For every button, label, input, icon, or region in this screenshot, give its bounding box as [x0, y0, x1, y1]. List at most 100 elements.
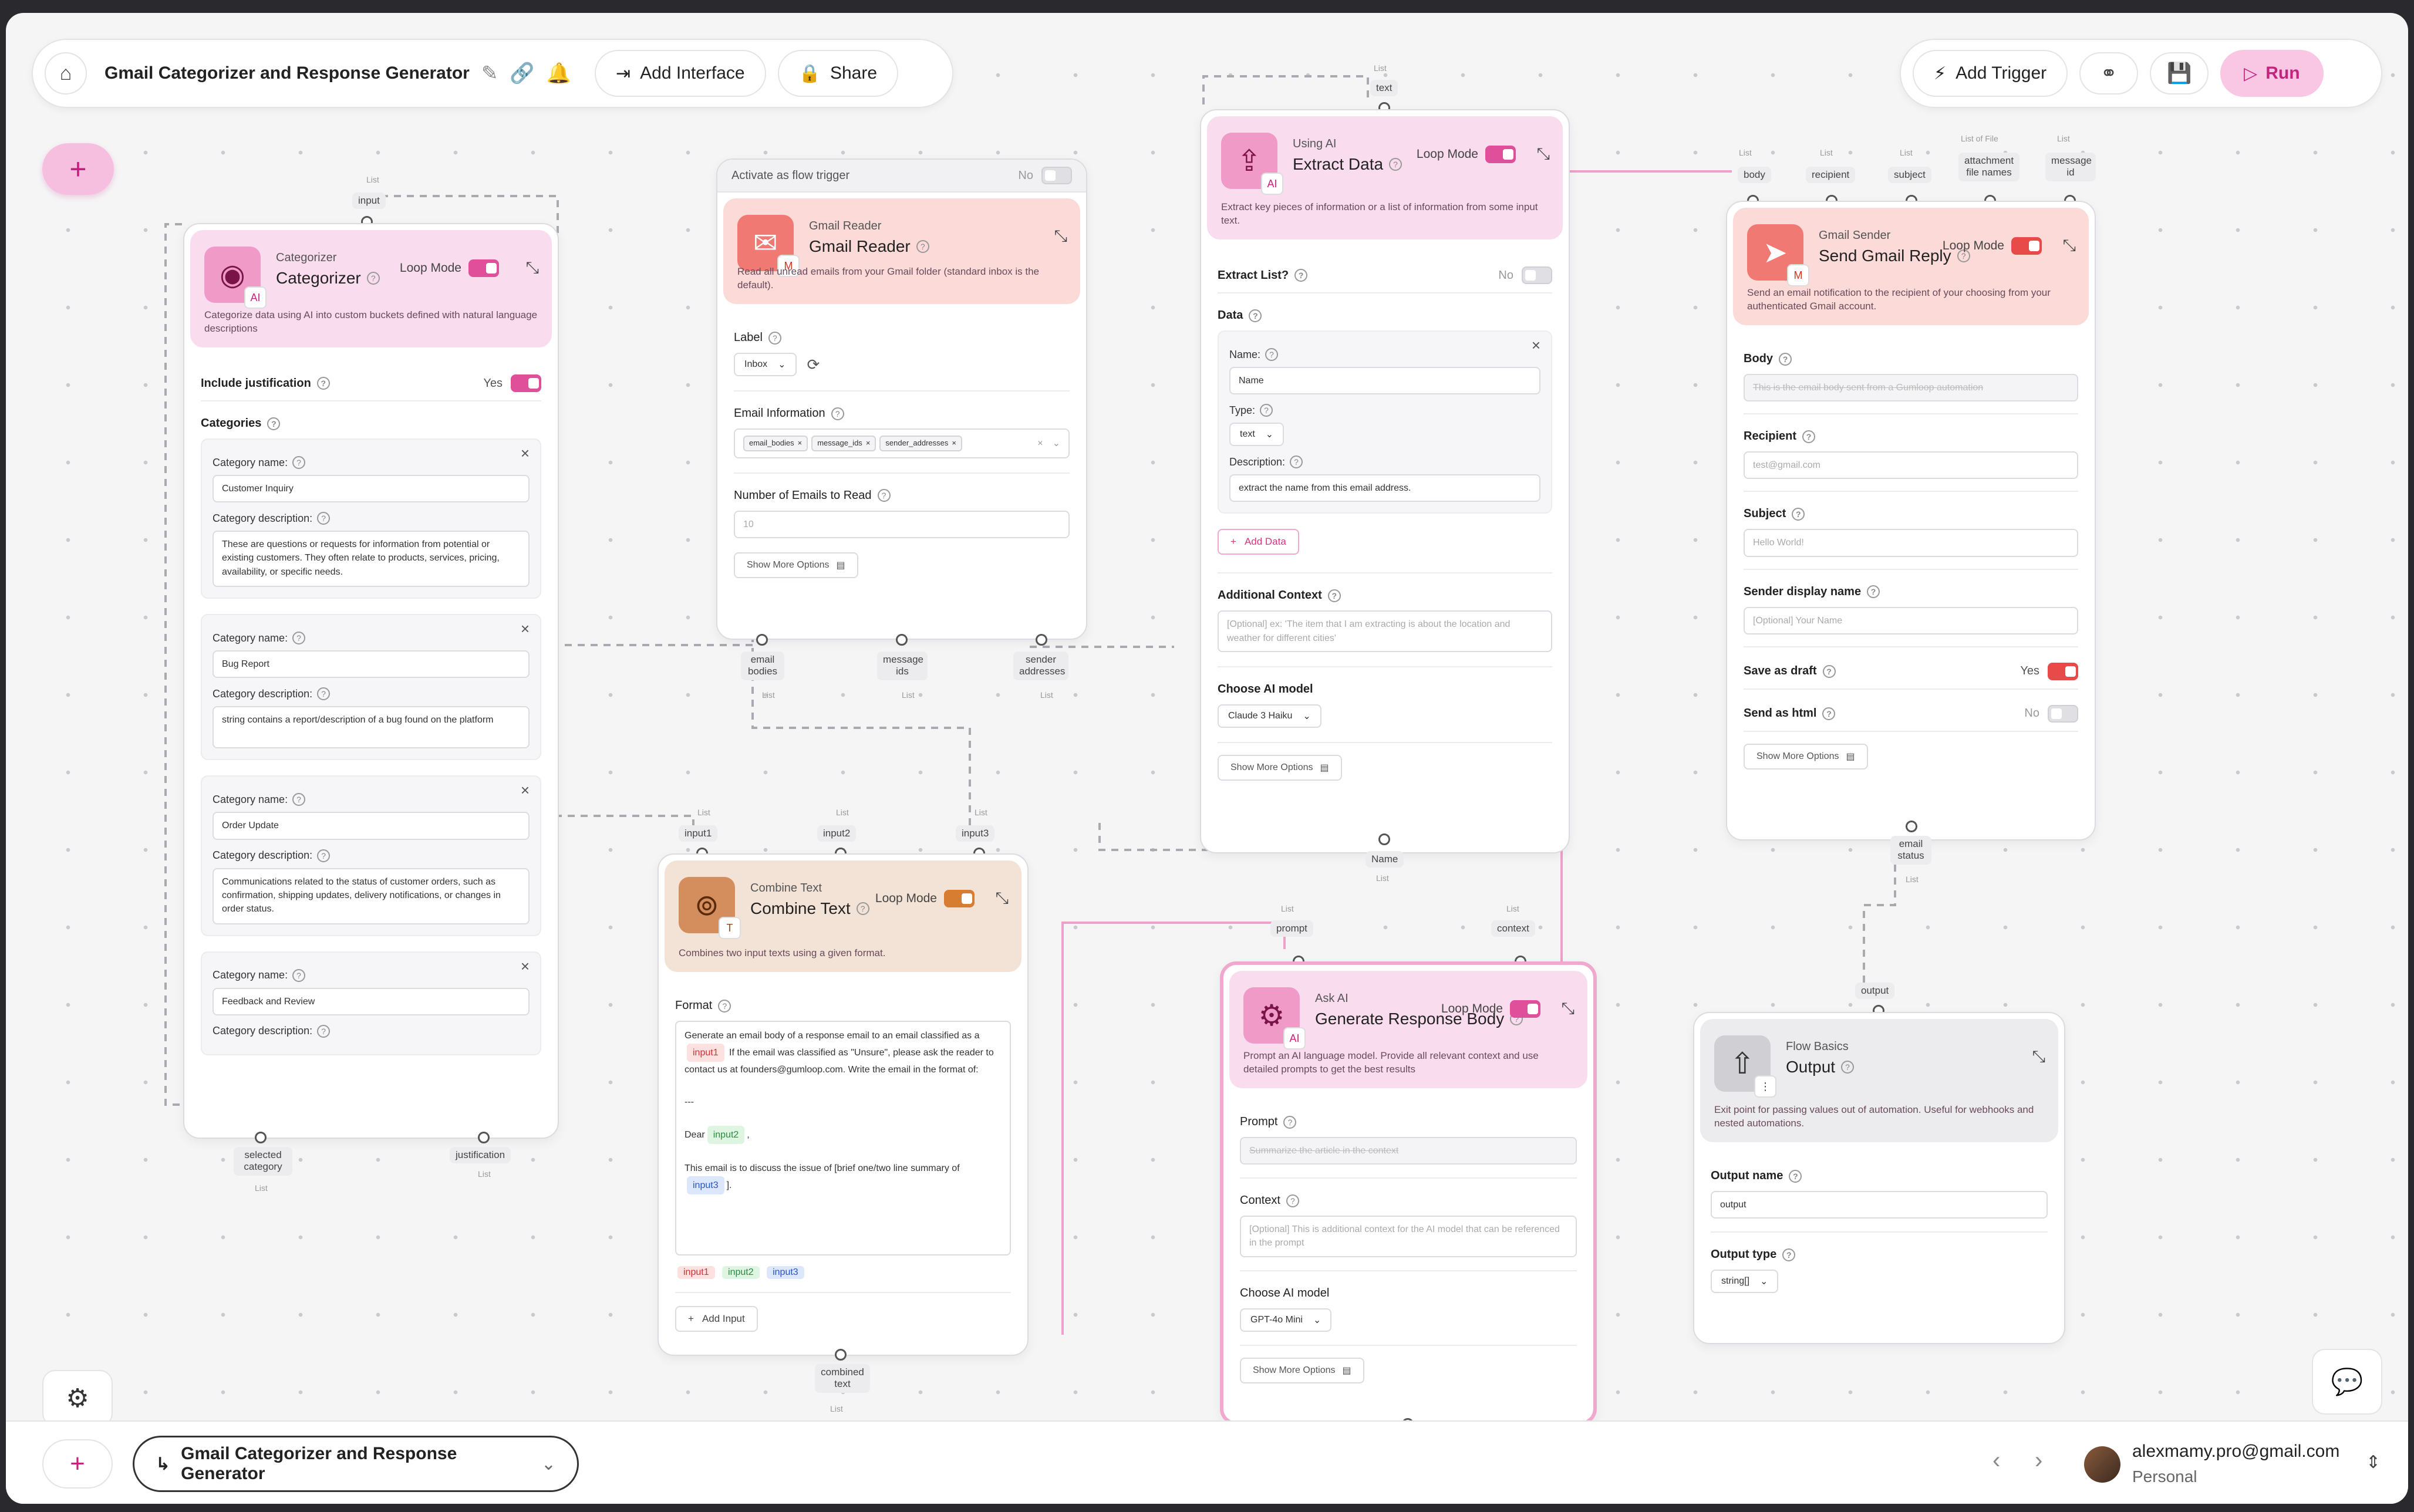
chevron-left-icon[interactable]: ‹ — [1992, 1447, 2000, 1474]
webhook-button[interactable]: ⚭ — [2079, 52, 2139, 95]
add-node-button[interactable]: + — [42, 143, 114, 195]
email-information-select[interactable]: email_bodies × message_ids × sender_addres… — [734, 428, 1070, 458]
category-name-input[interactable]: Order Update — [213, 812, 530, 840]
include-justification-toggle[interactable] — [511, 374, 541, 392]
prompt-input[interactable]: Summarize the article in the context — [1240, 1137, 1577, 1165]
port-handle-selected-category[interactable] — [255, 1132, 267, 1143]
node-title[interactable]: Extract Data? — [1293, 155, 1402, 174]
refresh-icon[interactable]: ⟳ — [807, 356, 820, 374]
output-node[interactable]: ⇧ ⋮ Flow Basics Output? ⤡ Exit point for … — [1693, 1012, 2065, 1344]
bell-icon[interactable]: 🔔 — [547, 62, 571, 85]
category-name-input[interactable]: Bug Report — [213, 650, 530, 679]
gmail-reader-node[interactable]: Activate as flow trigger No ✉ M Gmail Rea… — [716, 158, 1087, 640]
output-name-input[interactable]: output — [1711, 1191, 2048, 1219]
show-more-options-button[interactable]: Show More Options ▤ — [1744, 743, 1868, 770]
port-handle-message-ids[interactable] — [896, 634, 908, 646]
extract-list-toggle[interactable] — [1522, 266, 1552, 284]
gmail-sender-node[interactable]: ➤ M Gmail Sender Send Gmail Reply? Loop M… — [1726, 201, 2096, 841]
category-description-input[interactable]: Communications related to the status of … — [213, 868, 530, 924]
save-as-draft-toggle[interactable] — [2048, 662, 2078, 680]
remove-category-icon[interactable]: × — [521, 620, 530, 638]
variable-input2[interactable]: input2 — [722, 1266, 760, 1279]
chat-button[interactable]: 💬 — [2312, 1349, 2382, 1415]
format-textarea[interactable]: Generate an email body of a response ema… — [675, 1021, 1011, 1256]
subject-input[interactable]: Hello World! — [1744, 529, 2078, 557]
ask-ai-node[interactable]: ⚙ AI Ask AI Generate Response Body? Loop … — [1220, 961, 1597, 1425]
port-handle-sender-addresses[interactable] — [1036, 634, 1047, 646]
add-trigger-button[interactable]: ⚡ Add Trigger — [1913, 50, 2068, 97]
new-flow-button[interactable]: + — [42, 1439, 113, 1489]
remove-data-icon[interactable]: × — [1532, 336, 1540, 355]
category-description-input[interactable]: These are questions or requests for info… — [213, 531, 530, 588]
account-switch-icon[interactable]: ⇕ — [2366, 1452, 2381, 1473]
remove-category-icon[interactable]: × — [521, 957, 530, 976]
context-input[interactable]: [Optional] This is additional context fo… — [1240, 1216, 1577, 1257]
port-handle-email-status[interactable] — [1906, 821, 1917, 832]
avatar[interactable] — [2084, 1446, 2120, 1483]
collapse-icon[interactable]: ⤡ — [2032, 1047, 2045, 1066]
port-handle-justification[interactable] — [478, 1132, 490, 1143]
ai-model-select[interactable]: GPT-4o Mini ⌄ — [1240, 1308, 1332, 1332]
port-handle-email-bodies[interactable] — [756, 634, 768, 646]
output-type-select[interactable]: string[] ⌄ — [1711, 1270, 1779, 1294]
category-name-input[interactable]: Feedback and Review — [213, 987, 530, 1015]
port-handle-combined-text[interactable] — [835, 1349, 847, 1361]
help-icon[interactable]: ? — [856, 902, 869, 915]
share-button[interactable]: 🔒 Share — [777, 50, 899, 97]
link-icon[interactable]: 🔗 — [510, 62, 534, 85]
help-icon[interactable]: ? — [1389, 158, 1402, 171]
category-description-input[interactable]: string contains a report/description of … — [213, 706, 530, 749]
data-type-select[interactable]: text ⌄ — [1229, 423, 1284, 447]
additional-context-input[interactable]: [Optional] ex: 'The item that I am extra… — [1218, 610, 1552, 652]
collapse-icon[interactable]: ⤡ — [2063, 236, 2076, 255]
save-button[interactable]: 💾 — [2150, 52, 2209, 95]
port-handle-name[interactable] — [1378, 833, 1390, 845]
node-title[interactable]: Combine Text? — [750, 899, 869, 918]
flow-trigger-toggle[interactable] — [1041, 167, 1072, 184]
collapse-icon[interactable]: ⤡ — [1054, 227, 1067, 246]
body-input[interactable]: This is the email body sent from a Gumlo… — [1744, 374, 2078, 402]
add-data-button[interactable]: + Add Data — [1218, 529, 1299, 555]
combine-text-node[interactable]: ⊚ T Combine Text Combine Text? Loop Mode … — [658, 853, 1029, 1356]
variable-input3[interactable]: input3 — [767, 1266, 804, 1279]
recipient-input[interactable]: test@gmail.com — [1744, 451, 2078, 480]
show-more-options-button[interactable]: Show More Options ▤ — [1240, 1357, 1364, 1383]
remove-category-icon[interactable]: × — [521, 781, 530, 799]
collapse-icon[interactable]: ⤡ — [526, 258, 539, 278]
help-icon[interactable]: ? — [1841, 1061, 1855, 1074]
show-more-options-button[interactable]: Show More Options ▤ — [1218, 754, 1342, 781]
category-name-input[interactable]: Customer Inquiry — [213, 475, 530, 503]
ai-model-select[interactable]: Claude 3 Haiku ⌄ — [1218, 704, 1321, 728]
collapse-icon[interactable]: ⤡ — [1562, 999, 1575, 1018]
send-as-html-toggle[interactable] — [2048, 704, 2078, 723]
flow-selector[interactable]: ↳ Gmail Categorizer and Response Generat… — [133, 1436, 579, 1492]
loop-mode-toggle[interactable] — [944, 890, 975, 907]
help-icon[interactable]: ? — [366, 272, 380, 285]
data-description-input[interactable]: extract the name from this email address… — [1229, 474, 1540, 502]
sender-display-name-input[interactable]: [Optional] Your Name — [1744, 606, 2078, 635]
help-icon[interactable]: ? — [916, 240, 929, 253]
extract-data-node[interactable]: ⇪ AI Using AI Extract Data? Loop Mode ⤡ E… — [1200, 109, 1570, 853]
settings-button[interactable]: ⚙ — [42, 1370, 113, 1426]
run-button[interactable]: ▷ Run — [2220, 50, 2324, 97]
loop-mode-toggle[interactable] — [1485, 146, 1516, 163]
loop-mode-toggle[interactable] — [2011, 237, 2042, 255]
show-more-options-button[interactable]: Show More Options ▤ — [734, 552, 858, 579]
collapse-icon[interactable]: ⤡ — [1537, 144, 1550, 164]
flow-canvas[interactable]: ⌂ Gmail Categorizer and Response Generat… — [6, 13, 2408, 1504]
node-title[interactable]: Gmail Reader? — [809, 237, 929, 256]
edit-icon[interactable]: ✎ — [481, 62, 498, 85]
add-interface-button[interactable]: ⇥ Add Interface — [595, 50, 766, 97]
remove-category-icon[interactable]: × — [521, 444, 530, 463]
categorizer-node[interactable]: ◉ AI Categorizer Categorizer? Loop Mode ⤡… — [183, 223, 559, 1139]
variable-input1[interactable]: input1 — [677, 1266, 715, 1279]
node-title[interactable]: Output? — [1786, 1058, 1855, 1076]
label-select[interactable]: Inbox ⌄ — [734, 353, 797, 376]
home-button[interactable]: ⌂ — [45, 52, 87, 95]
number-of-emails-input[interactable]: 10 — [734, 510, 1070, 539]
loop-mode-toggle[interactable] — [468, 259, 499, 277]
flow-title[interactable]: Gmail Categorizer and Response Generator — [104, 63, 470, 83]
data-name-input[interactable]: Name — [1229, 367, 1540, 395]
chevron-right-icon[interactable]: › — [2035, 1447, 2042, 1474]
loop-mode-toggle[interactable] — [1510, 1000, 1540, 1018]
